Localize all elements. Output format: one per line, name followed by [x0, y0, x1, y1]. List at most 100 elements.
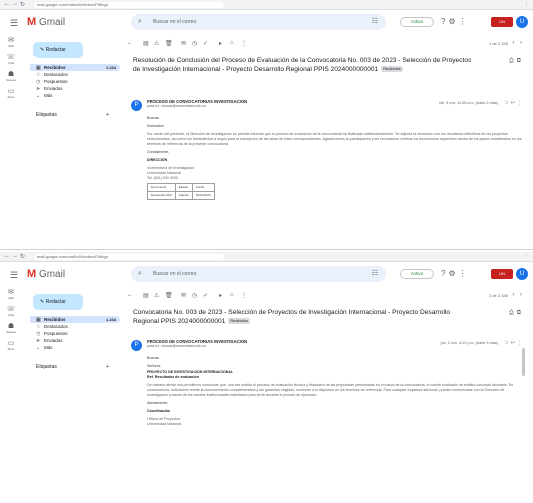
status-indicator[interactable]: Activo: [400, 269, 434, 279]
mark-unread-icon[interactable]: ✉: [181, 40, 186, 47]
folder-inbox[interactable]: ▣ Recibidos 1.234: [30, 64, 120, 71]
apps-icon[interactable]: ⋮: [459, 269, 470, 278]
add-task-icon[interactable]: ✓: [203, 40, 208, 47]
avatar[interactable]: U: [516, 268, 528, 280]
apps-icon[interactable]: ⋮: [459, 17, 470, 26]
screenshot-top: ← → ↻ mail.google.com/mail/u/0/#inbox/FM…: [0, 0, 533, 250]
mark-unread-icon[interactable]: ✉: [181, 292, 186, 299]
avatar[interactable]: U: [516, 16, 528, 28]
label-icon[interactable]: ⌂: [230, 292, 234, 298]
back-to-inbox-icon[interactable]: ←: [127, 292, 133, 298]
inbox-icon: ▣: [36, 316, 41, 323]
reload-icon[interactable]: ↻: [20, 253, 25, 260]
account-brand-badge[interactable]: UN: [491, 17, 513, 27]
snooze-icon[interactable]: ◷: [192, 40, 197, 47]
folder-snoozed[interactable]: ◷ Pospuestos: [30, 78, 120, 85]
app-rail: ✉ Mail ☏ Chat ☗ Spaces ▭ Meet: [0, 36, 22, 104]
browser-menu-icon[interactable]: ⋮: [524, 253, 529, 259]
archive-icon[interactable]: ▤: [143, 292, 149, 299]
account-brand-badge[interactable]: UN: [491, 269, 513, 279]
table-cell: 03/11/2023: [191, 191, 215, 200]
mail-icon[interactable]: ✉ Mail: [0, 288, 22, 305]
scrollbar[interactable]: [522, 348, 525, 376]
search-options-icon[interactable]: ☷: [372, 266, 378, 282]
greeting: Buenas: [147, 356, 160, 360]
reload-icon[interactable]: ↻: [20, 1, 25, 8]
inbox-tag[interactable]: Recibidos: [228, 318, 250, 325]
back-icon[interactable]: ←: [4, 1, 10, 7]
more-icon[interactable]: ⋮: [241, 292, 247, 299]
search-input[interactable]: ⌕ Buscar en el correo ☷: [131, 266, 386, 282]
chat-icon[interactable]: ☏ Chat: [0, 53, 22, 70]
folder-starred[interactable]: ☆ Destacados: [30, 323, 120, 330]
search-options-icon[interactable]: ☷: [372, 14, 378, 30]
compose-button[interactable]: ✎ Redactar: [33, 42, 83, 58]
folder-sent[interactable]: ➤ Enviados: [30, 337, 120, 344]
sender-avatar[interactable]: P: [131, 340, 142, 351]
folder-sent[interactable]: ➤ Enviados: [30, 85, 120, 92]
back-icon[interactable]: ←: [4, 253, 10, 259]
print-icon[interactable]: ⎙: [509, 58, 517, 64]
meet-icon[interactable]: ▭ Meet: [0, 339, 22, 356]
label-icon[interactable]: ⌂: [230, 40, 234, 46]
open-new-window-icon[interactable]: ⧉: [517, 58, 524, 64]
add-task-icon[interactable]: ✓: [203, 292, 208, 299]
message-more-icon[interactable]: ⋮: [517, 340, 524, 346]
folder-starred[interactable]: ☆ Destacados: [30, 71, 120, 78]
compose-button[interactable]: ✎ Redactar: [33, 294, 83, 310]
delete-icon[interactable]: 🗑: [165, 40, 173, 47]
back-to-inbox-icon[interactable]: ←: [127, 40, 133, 46]
move-to-icon[interactable]: ▸: [219, 40, 222, 47]
gmail-logo[interactable]: M Gmail: [27, 268, 65, 280]
add-label-icon[interactable]: +: [106, 112, 109, 118]
gmail-logo[interactable]: M Gmail: [27, 16, 65, 28]
chat-icon[interactable]: ☏ Chat: [0, 305, 22, 322]
add-label-icon[interactable]: +: [106, 364, 109, 370]
browser-menu-icon[interactable]: ⋮: [524, 1, 529, 7]
open-new-window-icon[interactable]: ⧉: [517, 310, 524, 316]
more-icon[interactable]: ⋮: [241, 40, 247, 47]
forward-icon[interactable]: →: [12, 253, 18, 259]
message-toolbar: ← ▤ ⚠ 🗑 ✉ ◷ ✓ ▸ ⌂ ⋮ 1 de 2.345 ‹ ›: [123, 36, 528, 52]
print-icon[interactable]: ⎙: [509, 310, 517, 316]
spaces-icon[interactable]: ☗ Spaces: [0, 322, 22, 339]
folder-more[interactable]: ⌄ Más: [30, 344, 120, 351]
signature-name: DIRECCIÓN: [147, 158, 168, 162]
report-spam-icon[interactable]: ⚠: [154, 40, 159, 47]
main-menu-icon[interactable]: ☰: [10, 18, 18, 29]
address-bar[interactable]: mail.google.com/mail/u/0/#inbox/FMfcgx: [34, 254, 224, 260]
spaces-icon[interactable]: ☗ Spaces: [0, 70, 22, 87]
archive-icon[interactable]: ▤: [143, 40, 149, 47]
status-indicator[interactable]: Activo: [400, 17, 434, 27]
delete-icon[interactable]: 🗑: [165, 292, 173, 299]
pager-arrows[interactable]: ‹ ›: [512, 40, 524, 46]
message-more-icon[interactable]: ⋮: [517, 100, 524, 106]
folder-more[interactable]: ⌄ Más: [30, 92, 120, 99]
forward-icon[interactable]: →: [12, 1, 18, 7]
address-bar[interactable]: mail.google.com/mail/u/0/#inbox/FMfcgz: [34, 2, 224, 8]
meet-icon[interactable]: ▭ Meet: [0, 87, 22, 104]
search-input[interactable]: ⌕ Buscar en el correo ☷: [131, 14, 386, 30]
folder-snoozed[interactable]: ◷ Pospuestos: [30, 330, 120, 337]
browser-toolbar: ← → ↻ mail.google.com/mail/u/0/#inbox/FM…: [0, 252, 533, 262]
sender-avatar[interactable]: P: [131, 100, 142, 111]
report-spam-icon[interactable]: ⚠: [154, 292, 159, 299]
inbox-tag[interactable]: Recibidos: [381, 66, 403, 73]
signature-table: Documento Estado Fecha Resolución 003 Ad…: [147, 183, 215, 200]
email-subject: Resolución de Conclusión del Proceso de …: [133, 57, 472, 73]
mail-icon[interactable]: ✉ Mail: [0, 36, 22, 53]
main-menu-icon[interactable]: ☰: [10, 270, 18, 281]
settings-icon[interactable]: ⚙: [448, 17, 458, 26]
table-row: Documento Estado Fecha: [147, 183, 215, 192]
closing: Atentamente,: [147, 401, 169, 405]
settings-icon[interactable]: ⚙: [448, 269, 458, 278]
search-icon[interactable]: ⌕: [138, 266, 142, 282]
move-to-icon[interactable]: ▸: [219, 292, 222, 299]
star-icon: ☆: [36, 71, 41, 78]
search-icon[interactable]: ⌕: [138, 14, 142, 30]
salutation: Señores: [147, 364, 161, 368]
snooze-icon[interactable]: ◷: [192, 292, 197, 299]
folder-inbox[interactable]: ▣ Recibidos 1.234: [30, 316, 120, 323]
screenshot-bottom: ← → ↻ mail.google.com/mail/u/0/#inbox/FM…: [0, 252, 533, 503]
pager-arrows[interactable]: ‹ ›: [512, 292, 524, 298]
